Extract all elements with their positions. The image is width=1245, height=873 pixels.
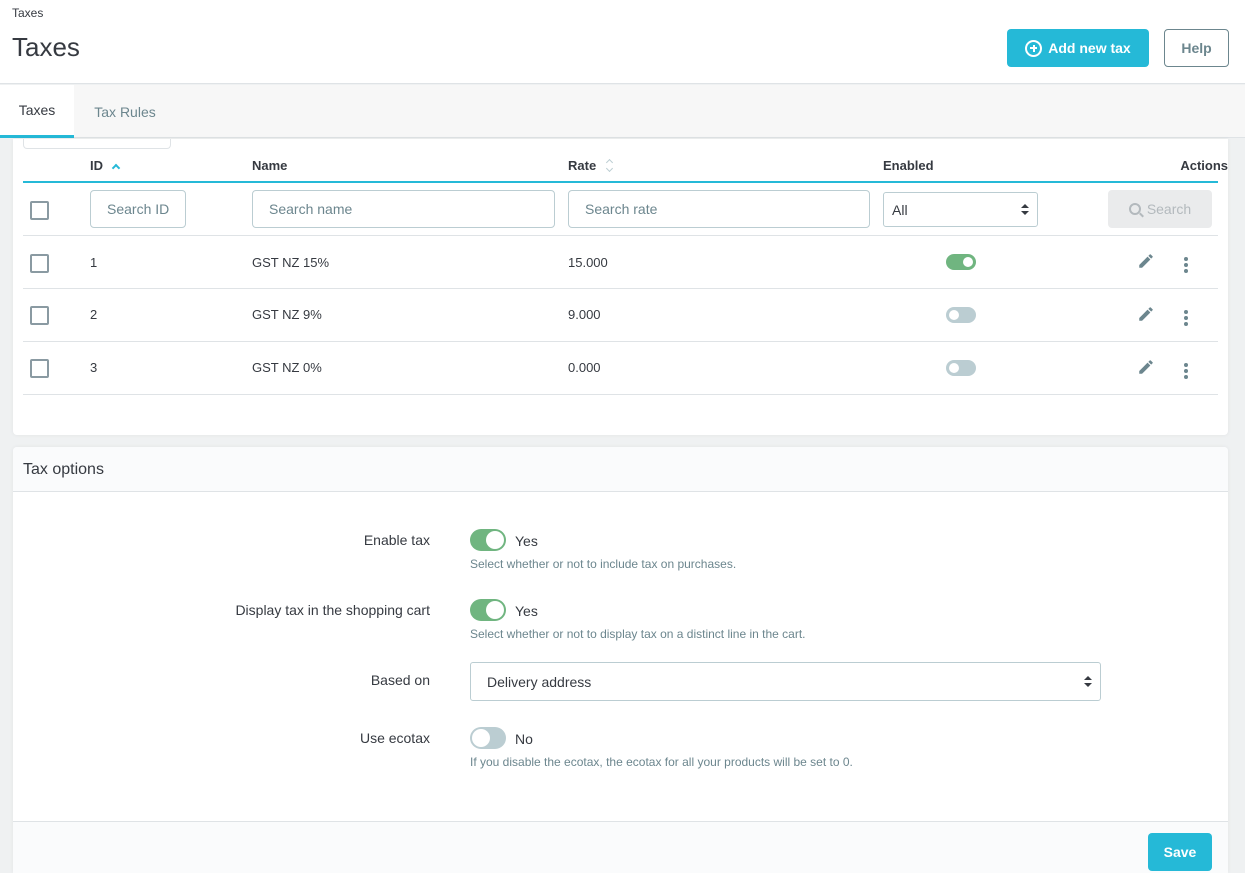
page-header: Taxes Taxes Add new tax Help: [0, 0, 1245, 84]
row-name: GST NZ 15%: [252, 255, 330, 270]
column-id-label: ID: [90, 158, 103, 173]
based-on-label: Based on: [370, 672, 430, 688]
enable-tax-help: Select whether or not to include tax on …: [470, 557, 737, 571]
page-title: Taxes: [12, 32, 80, 62]
search-icon: [1128, 203, 1141, 215]
kebab-menu-icon[interactable]: [1183, 256, 1189, 274]
list-toolbar-stub: [23, 139, 171, 149]
sort-icon: [606, 160, 614, 172]
row-rate: 0.000: [568, 360, 601, 375]
search-button-label: Search: [1146, 201, 1192, 217]
column-actions-label: Actions: [1180, 158, 1228, 173]
breadcrumb[interactable]: Taxes: [12, 6, 43, 20]
search-id-input[interactable]: [90, 190, 186, 228]
row-id: 3: [90, 360, 98, 375]
row-checkbox[interactable]: [30, 306, 49, 325]
row-id: 2: [90, 307, 98, 322]
select-caret-icon: [1084, 675, 1092, 688]
column-rate-label: Rate: [568, 158, 597, 173]
row-name: GST NZ 0%: [252, 360, 322, 375]
plus-circle-icon: [1025, 39, 1043, 57]
row-checkbox[interactable]: [30, 359, 49, 378]
search-name-input[interactable]: [252, 190, 555, 228]
header-divider: [23, 181, 1218, 183]
tax-options-card: Tax options Enable tax Yes Select whethe…: [13, 447, 1228, 873]
kebab-menu-icon[interactable]: [1183, 362, 1189, 380]
enable-tax-toggle[interactable]: [470, 529, 506, 551]
row-enabled-toggle[interactable]: [946, 254, 976, 270]
row-rate: 15.000: [568, 255, 608, 270]
tab-bar: Taxes Tax Rules: [0, 85, 1245, 138]
enabled-filter-value: All: [892, 201, 908, 218]
tax-options-header: Tax options: [13, 447, 1228, 492]
pencil-icon[interactable]: [1137, 358, 1155, 376]
row-checkbox[interactable]: [30, 254, 49, 273]
display-tax-cart-state: Yes: [515, 603, 538, 619]
use-ecotax-toggle[interactable]: [470, 727, 506, 749]
enable-tax-label: Enable tax: [363, 532, 430, 548]
pencil-icon[interactable]: [1137, 305, 1155, 323]
based-on-value: Delivery address: [487, 673, 592, 690]
row-enabled-toggle[interactable]: [946, 360, 976, 376]
sort-asc-icon: [111, 163, 121, 173]
use-ecotax-help: If you disable the ecotax, the ecotax fo…: [470, 755, 853, 769]
add-new-tax-label: Add new tax: [1048, 40, 1131, 56]
based-on-select[interactable]: Delivery address: [470, 662, 1101, 701]
row-divider: [23, 288, 1218, 289]
row-divider: [23, 394, 1218, 395]
row-enabled-toggle[interactable]: [946, 307, 976, 323]
save-button[interactable]: Save: [1148, 833, 1212, 871]
add-new-tax-button[interactable]: Add new tax: [1007, 29, 1149, 67]
display-tax-cart-label: Display tax in the shopping cart: [235, 602, 430, 618]
column-id-header[interactable]: ID: [90, 158, 121, 173]
display-tax-cart-help: Select whether or not to display tax on …: [470, 627, 806, 641]
search-button[interactable]: Search: [1108, 190, 1212, 228]
select-all-checkbox[interactable]: [30, 201, 49, 220]
row-rate: 9.000: [568, 307, 601, 322]
taxes-list-card: ID Name Rate Enabled Actions All Search …: [13, 139, 1228, 435]
help-button[interactable]: Help: [1164, 29, 1229, 67]
row-name: GST NZ 9%: [252, 307, 322, 322]
use-ecotax-label: Use ecotax: [359, 730, 430, 746]
use-ecotax-state: No: [515, 731, 533, 747]
filter-divider: [23, 235, 1218, 236]
column-enabled-header: Enabled: [883, 158, 934, 173]
column-rate-header[interactable]: Rate: [568, 158, 614, 173]
select-caret-icon: [1021, 203, 1029, 216]
enable-tax-state: Yes: [515, 533, 538, 549]
column-name-header: Name: [252, 158, 288, 173]
row-id: 1: [90, 255, 98, 270]
tab-taxes[interactable]: Taxes: [0, 85, 74, 138]
pencil-icon[interactable]: [1137, 252, 1155, 270]
display-tax-cart-toggle[interactable]: [470, 599, 506, 621]
tax-options-title: Tax options: [23, 461, 104, 478]
tab-tax-rules[interactable]: Tax Rules: [78, 85, 172, 138]
row-divider: [23, 341, 1218, 342]
kebab-menu-icon[interactable]: [1183, 309, 1189, 327]
search-rate-input[interactable]: [568, 190, 870, 228]
enabled-filter-select[interactable]: All: [883, 192, 1038, 227]
tax-options-footer: Save: [13, 821, 1228, 873]
